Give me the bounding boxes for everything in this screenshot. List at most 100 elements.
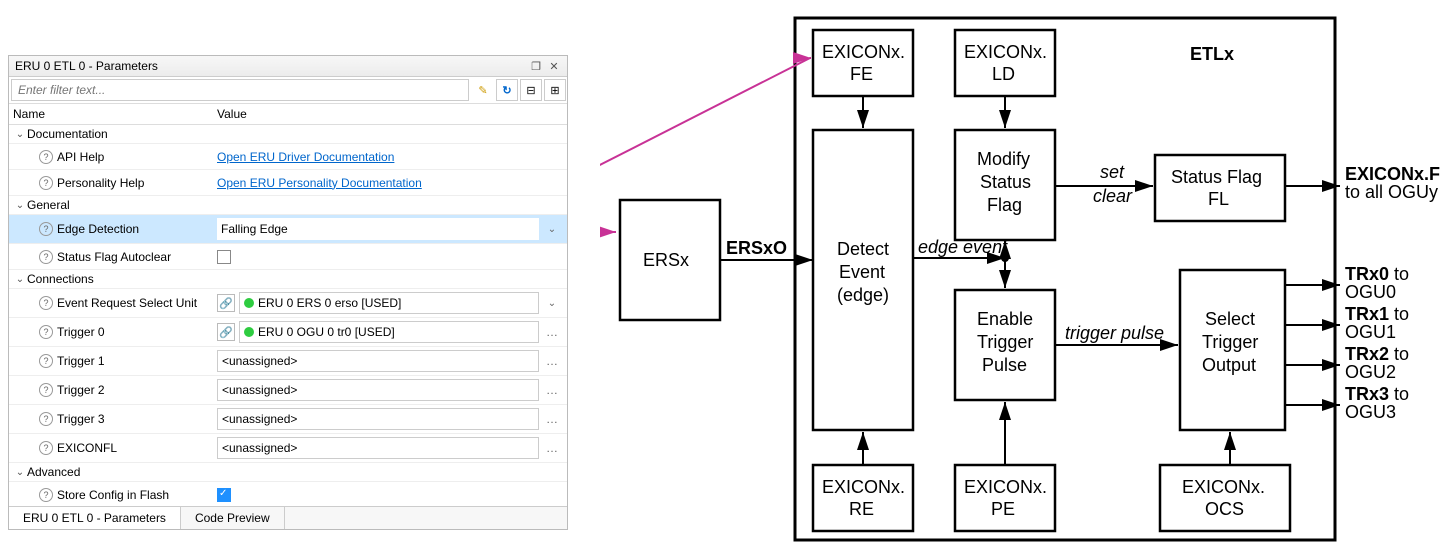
refresh-button[interactable]: ↻ [496, 79, 518, 101]
help-icon[interactable]: ? [39, 296, 53, 310]
group-connections[interactable]: ⌄ Connections [9, 270, 567, 289]
help-icon[interactable]: ? [39, 383, 53, 397]
exiconfl-select[interactable]: <unassigned> [217, 437, 539, 459]
svg-text:EXICONx.: EXICONx. [964, 42, 1047, 62]
svg-text:TRx2 to: TRx2 to [1345, 344, 1409, 364]
chevron-down-icon[interactable]: ⌄ [13, 467, 27, 478]
svg-text:Status Flag: Status Flag [1171, 167, 1262, 187]
link-icon[interactable]: 🔗 [217, 294, 235, 312]
svg-text:set: set [1100, 162, 1125, 182]
svg-text:EXICONx.: EXICONx. [1182, 477, 1265, 497]
trigger2-select[interactable]: <unassigned> [217, 379, 539, 401]
block-diagram: ETLx ERSx ERSxO EXICONx. FE EXICONx. LD … [600, 10, 1440, 550]
row-event-request-select[interactable]: ?Event Request Select Unit 🔗 ERU 0 ERS 0… [9, 289, 567, 318]
column-headers: Name Value [9, 104, 567, 125]
trigger3-select[interactable]: <unassigned> [217, 408, 539, 430]
browse-button[interactable]: … [543, 383, 561, 397]
row-trigger-2[interactable]: ?Trigger 2 <unassigned>… [9, 376, 567, 405]
help-icon[interactable]: ? [39, 354, 53, 368]
chevron-down-icon[interactable]: ⌄ [13, 129, 27, 140]
group-general[interactable]: ⌄ General [9, 196, 567, 215]
autoclear-checkbox[interactable] [217, 250, 231, 264]
browse-button[interactable]: … [543, 354, 561, 368]
svg-text:Modify: Modify [977, 149, 1030, 169]
help-icon[interactable]: ? [39, 412, 53, 426]
help-icon[interactable]: ? [39, 250, 53, 264]
svg-text:clear: clear [1093, 186, 1133, 206]
parameters-panel: ERU 0 ETL 0 - Parameters ❐ ✕ ✎ ↻ ⊟ ⊞ Nam… [8, 55, 568, 530]
group-documentation[interactable]: ⌄ Documentation [9, 125, 567, 144]
svg-text:RE: RE [849, 499, 874, 519]
svg-text:Enable: Enable [977, 309, 1033, 329]
expand-all-button[interactable]: ⊞ [544, 79, 566, 101]
row-edge-detection[interactable]: ?Edge Detection Falling Edge ⌄ [9, 215, 567, 244]
svg-text:EXICONx.FL: EXICONx.FL [1345, 164, 1440, 184]
row-trigger-3[interactable]: ?Trigger 3 <unassigned>… [9, 405, 567, 434]
svg-text:Trigger: Trigger [1202, 332, 1258, 352]
personality-help-link[interactable]: Open ERU Personality Documentation [217, 176, 422, 190]
svg-text:(edge): (edge) [837, 285, 889, 305]
trigger1-select[interactable]: <unassigned> [217, 350, 539, 372]
svg-text:OGU0: OGU0 [1345, 282, 1396, 302]
svg-text:OGU3: OGU3 [1345, 402, 1396, 422]
svg-text:OGU2: OGU2 [1345, 362, 1396, 382]
browse-button[interactable]: … [543, 412, 561, 426]
col-name-header: Name [9, 107, 217, 121]
row-trigger-0[interactable]: ?Trigger 0 🔗 ERU 0 OGU 0 tr0 [USED] … [9, 318, 567, 347]
collapse-all-button[interactable]: ⊟ [520, 79, 542, 101]
parameter-tree: ⌄ Documentation ?API Help Open ERU Drive… [9, 125, 567, 508]
svg-text:OGU1: OGU1 [1345, 322, 1396, 342]
svg-text:Event: Event [839, 262, 885, 282]
close-icon[interactable]: ✕ [547, 59, 561, 73]
row-status-autoclear[interactable]: ?Status Flag Autoclear [9, 244, 567, 270]
help-icon[interactable]: ? [39, 176, 53, 190]
clear-filter-button[interactable]: ✎ [472, 79, 494, 101]
group-advanced[interactable]: ⌄ Advanced [9, 463, 567, 482]
help-icon[interactable]: ? [39, 441, 53, 455]
svg-text:Flag: Flag [987, 195, 1022, 215]
svg-text:trigger pulse: trigger pulse [1065, 323, 1164, 343]
filter-input[interactable] [11, 79, 469, 101]
svg-text:EXICONx.: EXICONx. [822, 477, 905, 497]
help-icon[interactable]: ? [39, 488, 53, 502]
svg-text:TRx1 to: TRx1 to [1345, 304, 1409, 324]
link-icon[interactable]: 🔗 [217, 323, 235, 341]
row-exiconfl[interactable]: ?EXICONFL <unassigned>… [9, 434, 567, 463]
help-icon[interactable]: ? [39, 325, 53, 339]
svg-text:Detect: Detect [837, 239, 889, 259]
svg-text:Trigger: Trigger [977, 332, 1033, 352]
edge-event-label: edge event [918, 237, 1008, 257]
svg-text:OCS: OCS [1205, 499, 1244, 519]
chevron-down-icon[interactable]: ⌄ [13, 200, 27, 211]
browse-button[interactable]: … [543, 441, 561, 455]
row-trigger-1[interactable]: ?Trigger 1 <unassigned>… [9, 347, 567, 376]
tab-code-preview[interactable]: Code Preview [181, 507, 285, 529]
store-config-checkbox[interactable] [217, 488, 231, 502]
help-icon[interactable]: ? [39, 222, 53, 236]
ersu-select[interactable]: ERU 0 ERS 0 erso [USED] [239, 292, 539, 314]
dropdown-icon[interactable]: ⌄ [543, 224, 561, 235]
restore-icon[interactable]: ❐ [529, 59, 543, 73]
status-dot-icon [244, 327, 254, 337]
status-dot-icon [244, 298, 254, 308]
api-help-link[interactable]: Open ERU Driver Documentation [217, 150, 394, 164]
svg-text:EXICONx.: EXICONx. [822, 42, 905, 62]
svg-text:TRx0 to: TRx0 to [1345, 264, 1409, 284]
dropdown-icon[interactable]: ⌄ [543, 298, 561, 309]
svg-text:FE: FE [850, 64, 873, 84]
bottom-tabs: ERU 0 ETL 0 - Parameters Code Preview [9, 506, 567, 529]
svg-text:TRx3 to: TRx3 to [1345, 384, 1409, 404]
row-store-config[interactable]: ?Store Config in Flash [9, 482, 567, 508]
edge-detection-select[interactable]: Falling Edge [217, 218, 539, 240]
svg-text:to all OGUy: to all OGUy [1345, 182, 1438, 202]
panel-title-text: ERU 0 ETL 0 - Parameters [15, 59, 158, 73]
svg-text:FL: FL [1208, 189, 1229, 209]
chevron-down-icon[interactable]: ⌄ [13, 274, 27, 285]
browse-button[interactable]: … [543, 325, 561, 339]
svg-text:LD: LD [992, 64, 1015, 84]
panel-titlebar: ERU 0 ETL 0 - Parameters ❐ ✕ [9, 56, 567, 77]
tab-parameters[interactable]: ERU 0 ETL 0 - Parameters [9, 507, 181, 529]
trigger0-select[interactable]: ERU 0 OGU 0 tr0 [USED] [239, 321, 539, 343]
svg-text:Pulse: Pulse [982, 355, 1027, 375]
help-icon[interactable]: ? [39, 150, 53, 164]
